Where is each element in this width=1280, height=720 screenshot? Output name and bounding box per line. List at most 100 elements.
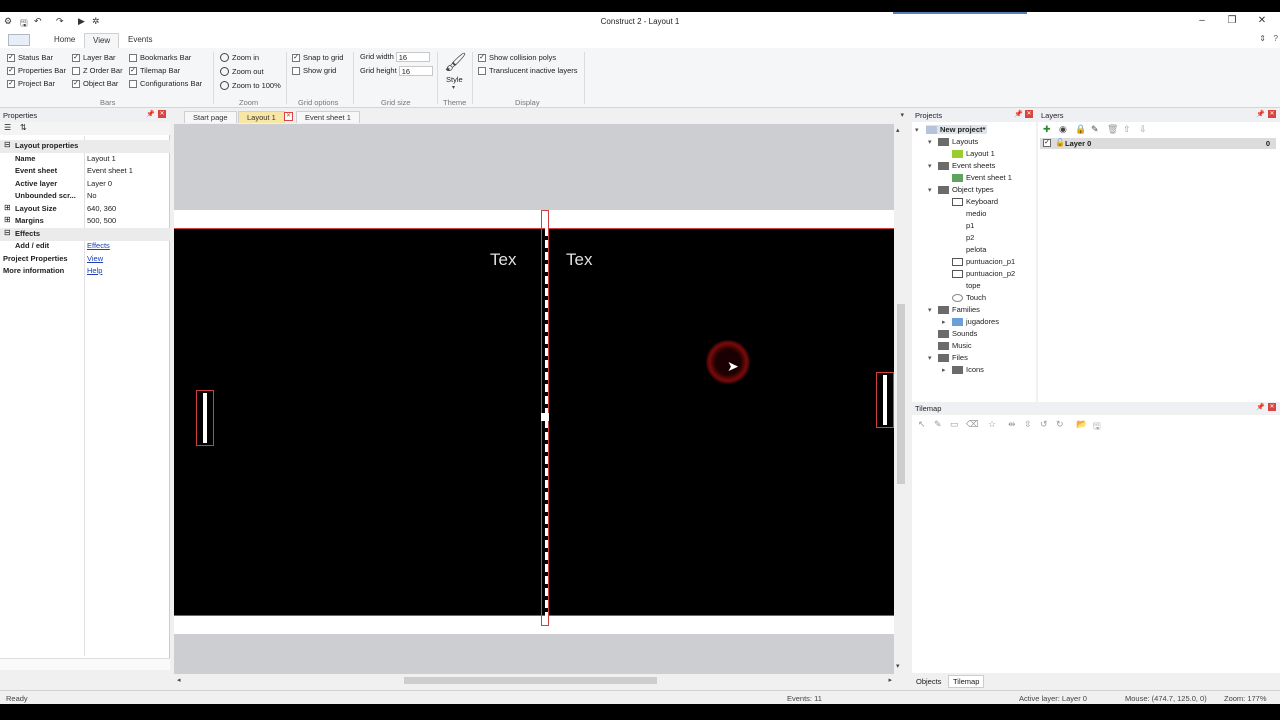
close-panel-icon[interactable]: ✕ bbox=[1268, 110, 1276, 118]
prop-row-name[interactable]: Name Layout 1 bbox=[0, 153, 170, 166]
horizontal-scrollbar[interactable]: ◂ ▸ bbox=[174, 674, 908, 688]
maximize-icon[interactable]: ❐ bbox=[1217, 15, 1247, 26]
sort-az-icon[interactable]: ⇅ bbox=[20, 123, 27, 132]
zoom-in-button[interactable]: Zoom in bbox=[220, 53, 259, 62]
tree-object-puntuacion-p1[interactable]: puntuacion_p1 bbox=[952, 257, 1015, 266]
tree-object-touch[interactable]: Touch bbox=[952, 293, 986, 302]
tab-events[interactable]: Events bbox=[128, 35, 152, 44]
zoom-out-button[interactable]: Zoom out bbox=[220, 67, 264, 76]
tab-objects[interactable]: Objects bbox=[916, 677, 941, 686]
tree-object-p2[interactable]: p2 bbox=[952, 233, 974, 242]
grid-height-input[interactable]: 16 bbox=[398, 66, 433, 77]
close-panel-icon[interactable]: ✕ bbox=[1268, 403, 1276, 411]
tree-object-pelota[interactable]: pelota bbox=[952, 245, 986, 254]
close-tab-icon[interactable]: ✕ bbox=[284, 112, 293, 121]
p2-paddle[interactable] bbox=[876, 372, 894, 428]
scroll-down-icon[interactable]: ▾ bbox=[896, 662, 900, 670]
tilemap-bar-checkbox[interactable]: ✓ Tilemap Bar bbox=[129, 66, 180, 75]
visibility-eye-icon[interactable]: ◉ bbox=[1059, 124, 1067, 135]
layer-background[interactable] bbox=[174, 228, 894, 616]
pin-icon[interactable]: 📌 bbox=[146, 110, 155, 118]
prop-row-active-layer[interactable]: Active layer Layer 0 bbox=[0, 178, 170, 191]
tab-home[interactable]: Home bbox=[54, 35, 75, 44]
tabs-dropdown-icon[interactable]: ▾ bbox=[900, 111, 904, 119]
scroll-left-icon[interactable]: ◂ bbox=[177, 676, 181, 684]
configurations-bar-checkbox[interactable]: Configurations Bar bbox=[129, 79, 202, 88]
zoom-100-button[interactable]: Zoom to 100% bbox=[220, 81, 281, 90]
layer-bar-checkbox[interactable]: ✓ Layer Bar bbox=[72, 53, 116, 62]
style-dropdown-icon[interactable]: ▾ bbox=[452, 84, 455, 91]
tree-object-tope[interactable]: tope bbox=[952, 281, 981, 290]
view-link[interactable]: View bbox=[87, 254, 103, 263]
move-layer-up-icon[interactable]: ⇧ bbox=[1123, 124, 1131, 135]
tree-folder-object-types[interactable]: Object types bbox=[938, 185, 994, 194]
grid-width-input[interactable]: 16 bbox=[395, 52, 430, 63]
app-menu-button[interactable] bbox=[8, 34, 30, 46]
pin-icon[interactable]: 📌 bbox=[1014, 110, 1023, 118]
edit-layer-icon[interactable]: ✎ bbox=[1091, 124, 1099, 135]
add-layer-icon[interactable]: ✚ bbox=[1043, 124, 1051, 135]
translucent-inactive-layers-checkbox[interactable]: Translucent inactive layers bbox=[478, 66, 578, 75]
bookmarks-bar-checkbox[interactable]: Bookmarks Bar bbox=[129, 53, 191, 62]
style-button[interactable]: Style bbox=[446, 75, 463, 84]
prop-row-unbounded[interactable]: Unbounded scr... No bbox=[0, 190, 170, 203]
project-bar-checkbox[interactable]: ✓ Project Bar bbox=[7, 79, 55, 88]
lock-icon[interactable]: 🔒 bbox=[1075, 124, 1086, 135]
show-collision-polys-checkbox[interactable]: ✓ Show collision polys bbox=[478, 53, 556, 62]
close-panel-icon[interactable]: ✕ bbox=[158, 110, 166, 118]
tree-project-root[interactable]: New project* bbox=[926, 125, 988, 134]
effects-link[interactable]: Effects bbox=[87, 241, 110, 250]
scroll-right-icon[interactable]: ▸ bbox=[888, 676, 892, 684]
vertical-scrollbar[interactable]: ▴ ▾ bbox=[894, 124, 908, 674]
tree-folder-music[interactable]: Music bbox=[938, 341, 972, 350]
prop-row-more-information[interactable]: More information Help bbox=[0, 265, 170, 278]
help-link[interactable]: Help bbox=[87, 266, 102, 275]
ribbon-minimize-icon[interactable]: ⇕ bbox=[1259, 34, 1266, 43]
prop-row-event-sheet[interactable]: Event sheet Event sheet 1 bbox=[0, 165, 170, 178]
rotate-cw-icon[interactable]: ↻ bbox=[1056, 419, 1064, 430]
layer-visible-checkbox[interactable]: ✓ bbox=[1043, 139, 1051, 147]
tree-folder-sounds[interactable]: Sounds bbox=[938, 329, 977, 338]
layout-view[interactable]: Tex Tex ➤ ▴ ▾ bbox=[174, 124, 908, 674]
snap-to-grid-checkbox[interactable]: ✓ Snap to grid bbox=[292, 53, 343, 62]
show-grid-checkbox[interactable]: Show grid bbox=[292, 66, 336, 75]
pencil-tool-icon[interactable]: ✎ bbox=[934, 419, 942, 430]
properties-bar-checkbox[interactable]: ✓ Properties Bar bbox=[7, 66, 66, 75]
tab-event-sheet-1[interactable]: Event sheet 1 bbox=[296, 111, 360, 123]
status-bar-checkbox[interactable]: ✓ Status Bar bbox=[7, 53, 53, 62]
medio-handle[interactable] bbox=[541, 413, 549, 421]
prop-row-layout-size[interactable]: ⊞ Layout Size 640, 360 bbox=[0, 203, 170, 216]
open-tileset-icon[interactable]: 📂 bbox=[1076, 419, 1087, 430]
layer-row[interactable]: ✓ 🔓 Layer 0 0 bbox=[1040, 138, 1276, 149]
save-tileset-icon[interactable]: 🖫 bbox=[1093, 419, 1101, 435]
tab-tilemap[interactable]: Tilemap bbox=[948, 675, 985, 688]
tree-family-jugadores[interactable]: jugadores bbox=[952, 317, 999, 326]
puntuacion-p1-text[interactable]: Tex bbox=[490, 250, 516, 270]
style-brush-icon[interactable]: 🖌 bbox=[444, 51, 467, 73]
object-bar-checkbox[interactable]: ✓ Object Bar bbox=[72, 79, 118, 88]
move-layer-down-icon[interactable]: ⇩ bbox=[1139, 124, 1147, 135]
close-icon[interactable]: ✕ bbox=[1247, 15, 1277, 26]
section-layout-properties[interactable]: ⊟ Layout properties bbox=[0, 140, 170, 153]
pin-icon[interactable]: 📌 bbox=[1256, 403, 1265, 411]
tree-folder-layouts[interactable]: Layouts bbox=[938, 137, 978, 146]
section-effects[interactable]: ⊟ Effects bbox=[0, 228, 170, 241]
tree-folder-files[interactable]: Files bbox=[938, 353, 968, 362]
puntuacion-p2-text[interactable]: Tex bbox=[566, 250, 592, 270]
tree-object-medio[interactable]: medio bbox=[952, 209, 986, 218]
tree-event-sheet-1[interactable]: Event sheet 1 bbox=[952, 173, 1012, 182]
tree-folder-event-sheets[interactable]: Event sheets bbox=[938, 161, 995, 170]
rotate-ccw-icon[interactable]: ↺ bbox=[1040, 419, 1048, 430]
tree-folder-icons[interactable]: Icons bbox=[952, 365, 984, 374]
tree-object-keyboard[interactable]: Keyboard bbox=[952, 197, 998, 206]
prop-row-project-properties[interactable]: Project Properties View bbox=[0, 253, 170, 266]
categorized-icon[interactable]: ☰ bbox=[4, 123, 11, 132]
tab-start-page[interactable]: Start page bbox=[184, 111, 237, 123]
vertical-scrollbar-thumb[interactable] bbox=[897, 304, 905, 484]
minimize-icon[interactable]: – bbox=[1187, 15, 1217, 26]
layer-lock-icon[interactable]: 🔓 bbox=[1055, 138, 1065, 147]
tree-folder-families[interactable]: Families bbox=[938, 305, 980, 314]
close-panel-icon[interactable]: ✕ bbox=[1025, 110, 1033, 118]
pointer-tool-icon[interactable]: ↖ bbox=[918, 419, 926, 430]
flood-fill-icon[interactable]: ☆ bbox=[988, 419, 996, 430]
